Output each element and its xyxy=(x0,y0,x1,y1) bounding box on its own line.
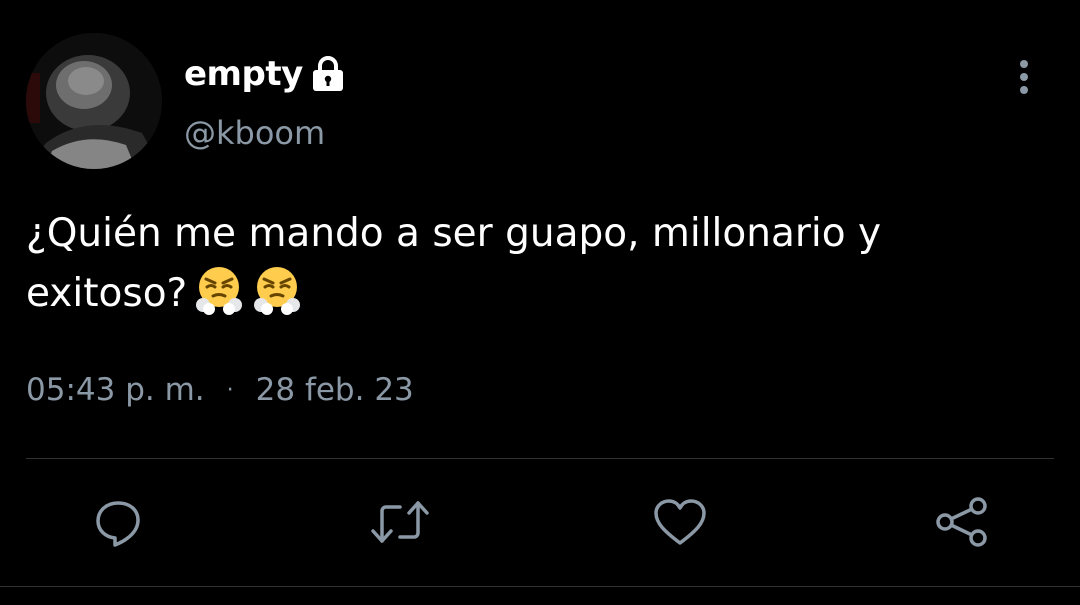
tweet-date[interactable]: 28 feb. 23 xyxy=(256,372,414,408)
share-button[interactable] xyxy=(932,494,992,554)
divider-bottom xyxy=(0,586,1080,587)
tweet-text-line-2-text: exitoso? xyxy=(26,271,188,316)
heart-icon xyxy=(652,497,708,552)
meta-separator: · xyxy=(226,377,234,403)
tweet-header: empty @kboom xyxy=(184,50,345,152)
reply-button[interactable] xyxy=(88,494,148,554)
tweet-card: empty @kboom ¿Quién me mando a ser guapo… xyxy=(0,0,1080,605)
tweet-meta: 05:43 p. m. · 28 feb. 23 xyxy=(26,372,414,408)
tweet-text: ¿Quién me mando a ser guapo, millonario … xyxy=(26,205,1036,332)
more-options-icon[interactable] xyxy=(1008,58,1040,98)
retweet-icon xyxy=(370,497,430,552)
face-with-steam-from-nose-icon xyxy=(251,263,303,315)
tweet-text-line-1: ¿Quién me mando a ser guapo, millonario … xyxy=(26,211,882,256)
retweet-button[interactable] xyxy=(370,494,430,554)
comment-icon xyxy=(93,497,143,552)
face-with-steam-from-nose-icon xyxy=(193,263,245,315)
display-name[interactable]: empty xyxy=(184,54,303,94)
like-button[interactable] xyxy=(650,494,710,554)
avatar[interactable] xyxy=(26,33,162,169)
emoji-group xyxy=(193,263,309,332)
action-bar xyxy=(0,494,1080,554)
tweet-time[interactable]: 05:43 p. m. xyxy=(26,372,205,408)
name-row: empty xyxy=(184,50,345,98)
user-handle[interactable]: @kboom xyxy=(184,114,345,152)
share-icon xyxy=(934,495,990,554)
lock-icon xyxy=(311,56,345,92)
tweet-text-line-2: exitoso? xyxy=(26,263,1036,332)
divider xyxy=(26,458,1054,459)
